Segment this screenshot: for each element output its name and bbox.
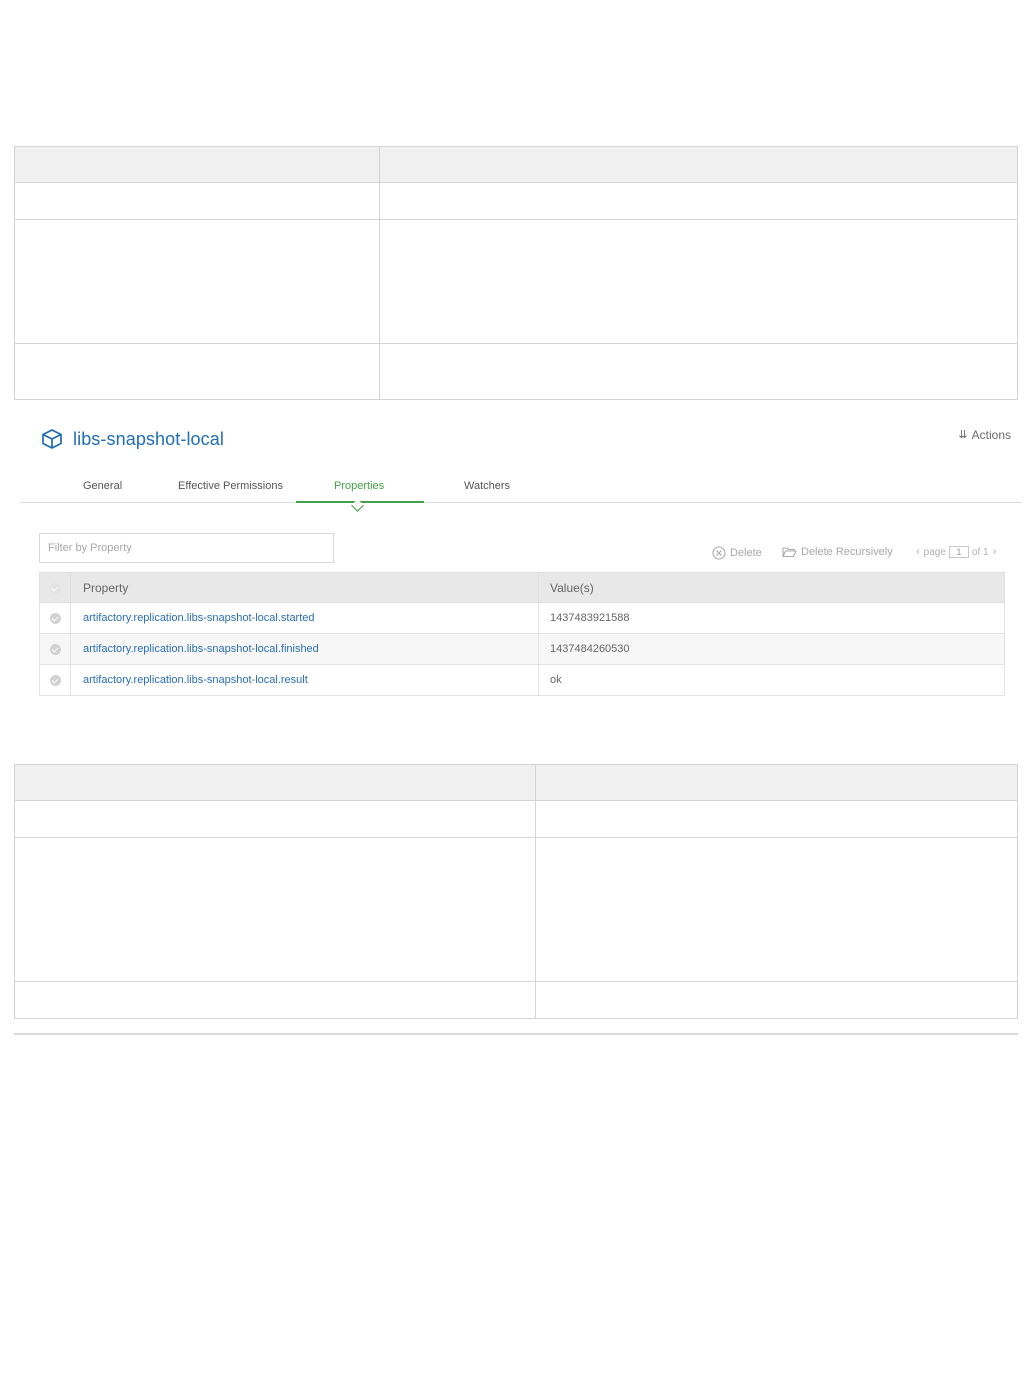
- delete-button[interactable]: Delete: [712, 546, 762, 560]
- check-circle-icon: [49, 643, 61, 655]
- check-circle-icon: [49, 674, 61, 686]
- property-value: ok: [538, 664, 1005, 696]
- select-all-checkbox[interactable]: [39, 572, 71, 603]
- check-circle-icon: [49, 612, 61, 624]
- tab-bar: General Effective Permissions Properties…: [20, 470, 1022, 512]
- actions-label: Actions: [971, 428, 1011, 442]
- delete-recursively-label: Delete Recursively: [801, 546, 893, 558]
- table-row: artifactory.replication.libs-snapshot-lo…: [39, 602, 1005, 634]
- package-cube-icon: [42, 429, 62, 449]
- property-column-header[interactable]: Property: [70, 572, 539, 603]
- top-table-row-divider: [15, 182, 1017, 183]
- filter-by-property-input[interactable]: [39, 533, 334, 563]
- double-chevron-down-icon: ⇊: [958, 428, 968, 441]
- next-page-chevron-icon[interactable]: ›: [993, 546, 997, 558]
- bottom-table-header: [15, 765, 1017, 800]
- bottom-empty-table: [14, 764, 1018, 1019]
- top-table-header: [15, 147, 1017, 182]
- tab-effective-permissions[interactable]: Effective Permissions: [178, 480, 283, 492]
- horizontal-divider: [14, 1033, 1018, 1035]
- table-row: artifactory.replication.libs-snapshot-lo…: [39, 664, 1005, 696]
- top-table-column-divider: [379, 147, 380, 399]
- property-value: 1437484260530: [538, 633, 1005, 665]
- open-folder-icon: [782, 547, 797, 558]
- bottom-table-row-divider: [15, 800, 1017, 801]
- properties-table: Property Value(s) artifactory.replicatio…: [39, 572, 1005, 696]
- row-checkbox[interactable]: [39, 633, 71, 665]
- previous-page-chevron-icon[interactable]: ‹: [916, 546, 920, 558]
- values-column-header[interactable]: Value(s): [538, 572, 1005, 603]
- bottom-table-column-divider: [535, 765, 536, 1018]
- tab-general[interactable]: General: [83, 480, 122, 492]
- property-name-link[interactable]: artifactory.replication.libs-snapshot-lo…: [83, 674, 308, 686]
- repo-title: libs-snapshot-local: [73, 428, 224, 449]
- actions-menu-button[interactable]: ⇊ Actions: [958, 428, 1011, 442]
- page-label: page: [923, 546, 946, 558]
- tab-properties[interactable]: Properties: [334, 480, 384, 492]
- page-number-input[interactable]: [948, 546, 969, 558]
- delete-label: Delete: [730, 547, 762, 559]
- delete-recursively-button[interactable]: Delete Recursively: [782, 546, 893, 558]
- top-empty-table: [14, 146, 1018, 400]
- page-total-label: of 1: [971, 546, 989, 558]
- bottom-table-row-divider: [15, 837, 1017, 838]
- top-table-row-divider: [15, 219, 1017, 220]
- circle-x-icon: [712, 546, 726, 560]
- row-checkbox[interactable]: [39, 602, 71, 634]
- table-row: artifactory.replication.libs-snapshot-lo…: [39, 633, 1005, 665]
- check-circle-icon: [49, 582, 61, 594]
- tab-watchers[interactable]: Watchers: [464, 480, 510, 492]
- pagination: ‹ page of 1 ›: [912, 546, 1000, 558]
- row-checkbox[interactable]: [39, 664, 71, 696]
- property-value: 1437483921588: [538, 602, 1005, 634]
- table-header-row: Property Value(s): [39, 572, 1005, 603]
- property-name-link[interactable]: artifactory.replication.libs-snapshot-lo…: [83, 612, 315, 624]
- bottom-table-row-divider: [15, 981, 1017, 982]
- top-table-row-divider: [15, 343, 1017, 344]
- property-name-link[interactable]: artifactory.replication.libs-snapshot-lo…: [83, 643, 319, 655]
- repo-header: libs-snapshot-local: [40, 426, 224, 452]
